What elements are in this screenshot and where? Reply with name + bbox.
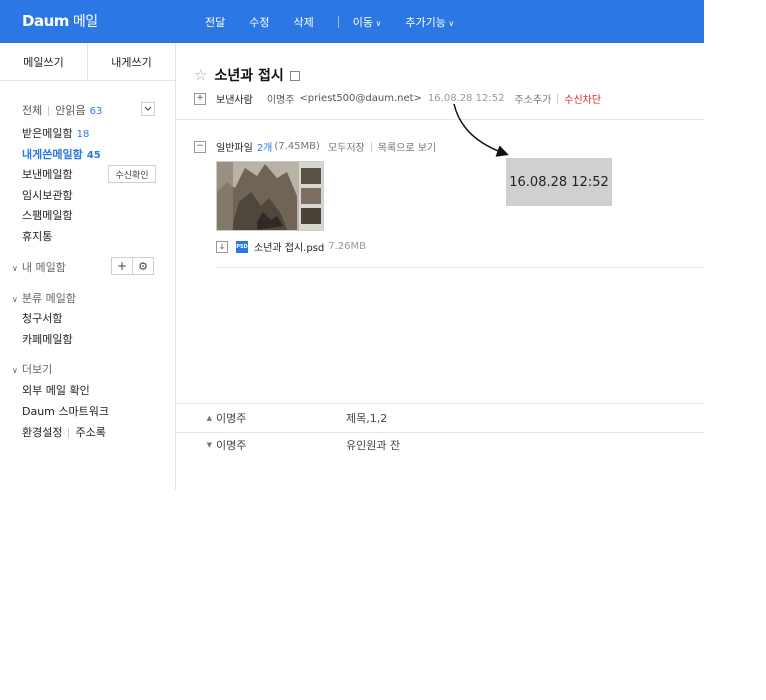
section-label: 내 메일함 <box>21 261 66 274</box>
file-name[interactable]: 소년과 접시.psd <box>254 239 324 254</box>
divider <box>48 106 50 116</box>
star-icon[interactable]: ☆ <box>194 66 207 84</box>
all-unread-row: 전체 안읽음 63 <box>22 102 102 118</box>
block-sender-link[interactable]: 수신차단 <box>564 91 601 106</box>
all-link[interactable]: 전체 <box>22 104 42 117</box>
extra-features-dropdown[interactable]: 추가기능 <box>405 14 454 30</box>
receipt-check-button[interactable]: 수신확인 <box>108 165 156 183</box>
mailbox-settings-button[interactable]: ⚙ <box>132 257 154 275</box>
address-book-link[interactable]: 주소록 <box>75 426 105 439</box>
download-icon[interactable]: ↓ <box>216 240 228 253</box>
prev-sender: 이명주 <box>216 412 247 425</box>
prev-subject: 제목,1,2 <box>346 412 388 425</box>
attachment-count: 2개 <box>256 143 273 154</box>
sidebar-item-inbox[interactable]: 받은메일함 18 <box>22 125 89 141</box>
attachment-file-row: ↓ PSD 소년과 접시.psd 7.26MB <box>216 239 366 254</box>
settings-row: 환경설정 주소록 <box>22 424 106 440</box>
folder-label: 휴지통 <box>22 230 53 243</box>
folder-count: 45 <box>86 150 101 161</box>
list-view-link[interactable]: 목록으로 보기 <box>378 139 436 154</box>
sidebar-item-sent-to-self[interactable]: 내게쓴메일함 45 <box>22 146 101 162</box>
sender-row: + 보낸사람 이명주 <priest500@daum.net> 16.08.28… <box>194 91 601 106</box>
unread-link[interactable]: 안읽음 <box>55 104 85 117</box>
daum-mail-logo[interactable]: Daum 메일 <box>22 11 98 31</box>
subject-row: ☆ 소년과 접시 <box>194 65 300 85</box>
chevron-down-icon: ∨ <box>12 366 18 375</box>
message-subject: 소년과 접시 <box>214 68 284 84</box>
edit-button[interactable]: 수정 <box>249 14 269 30</box>
sender-label: 보낸사람 <box>216 95 253 106</box>
sidebar-item-drafts[interactable]: 임시보관함 <box>22 187 73 203</box>
divider <box>68 428 70 438</box>
service-name: 메일 <box>72 14 98 30</box>
add-mailbox-button[interactable]: + <box>111 257 133 275</box>
chevron-down-icon: ∨ <box>12 295 18 304</box>
write-bar: 메일쓰기 내게쓰기 <box>0 43 175 81</box>
sender-name[interactable]: 이명주 <box>267 91 295 106</box>
collapse-chevron-icon[interactable] <box>141 102 155 116</box>
folder-label: 내게쓴메일함 <box>22 148 83 161</box>
folder-label: 임시보관함 <box>22 189 73 202</box>
delete-button[interactable]: 삭제 <box>294 14 314 30</box>
next-subject: 유인원과 잔 <box>346 439 401 452</box>
sidebar-item-cafe[interactable]: 카페메일함 <box>22 331 73 347</box>
sidebar-item-sent[interactable]: 보낸메일함 <box>22 166 73 182</box>
more-section[interactable]: ∨ 더보기 <box>12 361 52 377</box>
message-view: ☆ 소년과 접시 + 보낸사람 이명주 <priest500@daum.net>… <box>176 43 704 500</box>
unread-count: 63 <box>89 106 103 117</box>
next-sender: 이명주 <box>216 439 247 452</box>
attachment-label: 일반파일 <box>216 143 253 154</box>
sidebar-item-smartwork[interactable]: Daum 스마트워크 <box>22 403 109 419</box>
psd-file-icon: PSD <box>236 240 248 253</box>
plus-icon: + <box>116 259 128 273</box>
file-size: 7.26MB <box>328 241 367 252</box>
divider <box>557 93 559 104</box>
top-bar: Daum메일 전달 수정 삭제 이동 추가기능 <box>0 0 704 43</box>
folder-label: 스팸메일함 <box>22 209 73 222</box>
attachment-thumbnail[interactable] <box>216 161 324 231</box>
message-date: 16.08.28 12:52 <box>427 93 505 104</box>
folder-label: 보낸메일함 <box>22 168 73 181</box>
folder-label: 받은메일함 <box>22 127 73 140</box>
expand-plus-icon[interactable]: + <box>194 92 206 105</box>
folder-count: 18 <box>76 129 90 140</box>
sidebar-item-trash[interactable]: 휴지통 <box>22 228 52 244</box>
sidebar: 메일쓰기 내게쓰기 전체 안읽음 63 받은메일함 18 내게쓴메일함 45 보낸메일함… <box>0 43 176 490</box>
sender-email[interactable]: <priest500@daum.net> <box>299 93 422 104</box>
divider <box>370 141 372 152</box>
collapse-minus-icon[interactable]: − <box>194 140 206 153</box>
sidebar-item-external-mail[interactable]: 외부 메일 확인 <box>22 382 90 398</box>
toolbar: 전달 수정 삭제 이동 추가기능 <box>205 14 478 30</box>
up-arrow-icon: ▲ <box>206 414 212 422</box>
date-zoom-callout: 16.08.28 12:52 <box>506 158 612 206</box>
gear-icon: ⚙ <box>138 259 148 273</box>
add-contact-link[interactable]: 주소추가 <box>514 91 551 106</box>
attachment-total-size: (7.45MB) <box>274 141 320 152</box>
next-message-row[interactable]: ▼ 이명주 유인원과 잔 <box>176 431 704 459</box>
forward-button[interactable]: 전달 <box>205 14 225 30</box>
section-label: 더보기 <box>21 363 53 376</box>
attachment-header: − 일반파일 2개 (7.45MB) 모두저장 목록으로 보기 <box>194 139 436 154</box>
logo-text: Daum <box>22 12 69 30</box>
toolbar-divider <box>337 16 339 28</box>
settings-link[interactable]: 환경설정 <box>22 426 62 439</box>
write-to-self-button[interactable]: 내게쓰기 <box>88 43 175 80</box>
move-dropdown[interactable]: 이동 <box>353 14 382 30</box>
section-label: 분류 메일함 <box>21 292 76 305</box>
category-mailbox-section[interactable]: ∨ 분류 메일함 <box>12 290 76 306</box>
down-arrow-icon: ▼ <box>206 441 212 449</box>
save-all-link[interactable]: 모두저장 <box>328 139 365 154</box>
divider-line <box>216 267 704 268</box>
chevron-down-icon: ∨ <box>12 264 18 273</box>
prev-message-row[interactable]: ▲ 이명주 제목,1,2 <box>176 404 704 432</box>
compose-button[interactable]: 메일쓰기 <box>0 43 88 80</box>
sidebar-item-spam[interactable]: 스팸메일함 <box>22 207 73 223</box>
my-mailbox-section[interactable]: ∨ 내 메일함 <box>12 259 66 275</box>
popup-window-icon[interactable] <box>289 71 300 81</box>
divider-line <box>176 119 704 120</box>
sidebar-item-bills[interactable]: 청구서함 <box>22 310 62 326</box>
